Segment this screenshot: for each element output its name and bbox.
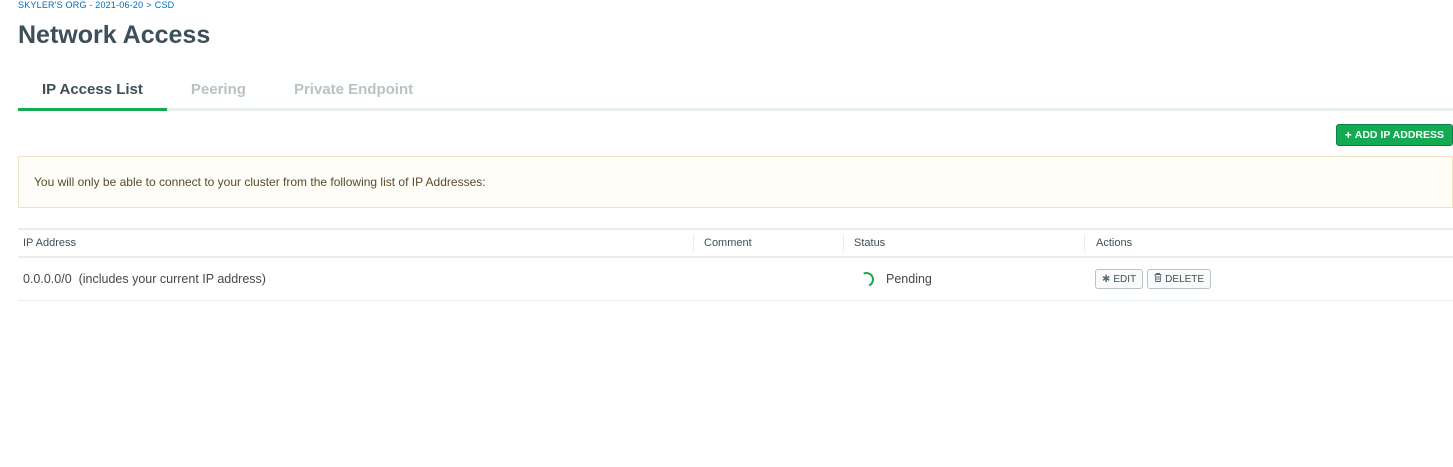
trash-icon [1154, 273, 1162, 285]
breadcrumb-org[interactable]: SKYLER'S ORG - 2021-06-20 [18, 0, 143, 10]
breadcrumb-project[interactable]: CSD [155, 0, 175, 10]
column-header-status: Status [843, 234, 1084, 252]
tab-private-endpoint[interactable]: Private Endpoint [270, 76, 437, 108]
actions-cell: ✱ EDIT DELETE [1084, 269, 1453, 289]
edit-label: EDIT [1113, 273, 1137, 285]
breadcrumb: SKYLER'S ORG - 2021-06-20 > CSD [18, 0, 177, 10]
spinner-icon [856, 269, 877, 289]
info-banner-text: You will only be able to connect to your… [34, 175, 486, 189]
breadcrumb-separator: > [146, 0, 152, 10]
table-header: IP Address Comment Status Actions [18, 230, 1453, 258]
status-text: Pending [886, 272, 932, 286]
add-ip-address-button[interactable]: + ADD IP ADDRESS [1335, 124, 1453, 146]
delete-label: DELETE [1165, 273, 1205, 285]
tab-bar: IP Access List Peering Private Endpoint [18, 76, 1453, 111]
column-header-actions: Actions [1084, 234, 1453, 252]
ip-address-cell: 0.0.0.0/0 (includes your current IP addr… [23, 272, 266, 286]
add-ip-address-label: ADD IP ADDRESS [1354, 129, 1444, 141]
status-cell: Pending [843, 269, 1084, 289]
tab-ip-access-list[interactable]: IP Access List [18, 76, 167, 111]
tab-peering[interactable]: Peering [167, 76, 270, 108]
column-header-comment: Comment [693, 234, 843, 252]
gear-icon: ✱ [1102, 273, 1111, 285]
ip-access-table: IP Address Comment Status Actions 0.0.0.… [18, 228, 1453, 301]
column-header-ip-address: IP Address [23, 237, 76, 249]
plus-icon: + [1344, 128, 1352, 142]
table-row: 0.0.0.0/0 (includes your current IP addr… [18, 258, 1453, 301]
delete-button[interactable]: DELETE [1147, 269, 1212, 289]
edit-button[interactable]: ✱ EDIT [1095, 269, 1144, 289]
page-title: Network Access [18, 21, 211, 49]
info-banner: You will only be able to connect to your… [18, 156, 1453, 208]
